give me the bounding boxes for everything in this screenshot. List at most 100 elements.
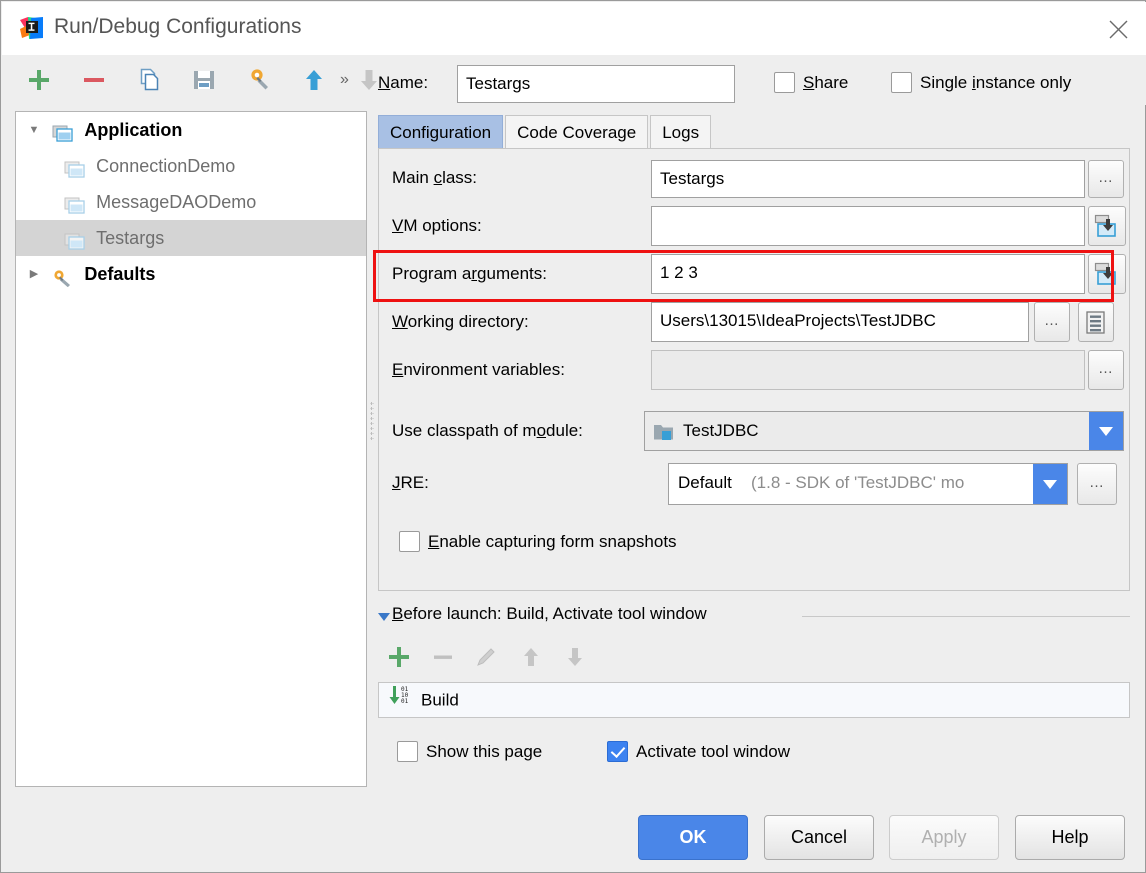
show-this-page-checkbox[interactable] — [397, 741, 418, 762]
jre-label-mnemonic: J — [392, 473, 401, 492]
classpath-module-combobox[interactable]: TestJDBC — [644, 411, 1124, 451]
remove-configuration-button[interactable] — [81, 67, 107, 93]
task-row-build[interactable]: 01 10 01 Build — [379, 683, 1129, 717]
share-checkbox-row[interactable]: Share — [774, 72, 848, 93]
jre-browse-button[interactable]: … — [1077, 463, 1117, 505]
expand-triangle-icon[interactable]: ▼ — [20, 112, 48, 148]
vm-options-expand-button[interactable] — [1088, 206, 1126, 246]
remove-task-button[interactable] — [430, 644, 456, 670]
apply-button[interactable]: Apply — [889, 815, 999, 860]
tab-configuration[interactable]: Configuration — [378, 115, 504, 149]
intellij-idea-icon — [19, 16, 44, 41]
jre-dropdown-arrow[interactable] — [1033, 464, 1067, 504]
jre-combobox[interactable]: Default (1.8 - SDK of 'TestJDBC' mo — [668, 463, 1068, 505]
environment-variables-label: Environment variables: — [392, 360, 565, 380]
jre-label-rest: RE: — [400, 473, 429, 492]
collapse-triangle-icon[interactable]: ▶ — [20, 256, 48, 292]
tree-node-connectiondemo[interactable]: ConnectionDemo — [16, 148, 366, 184]
environment-variables-label-rest: nvironment variables: — [403, 360, 565, 379]
before-launch-mnemonic: B — [392, 604, 404, 623]
single-instance-checkbox[interactable] — [891, 72, 912, 93]
environment-variables-input[interactable] — [651, 350, 1085, 390]
program-arguments-label-b: guments: — [477, 264, 547, 283]
working-directory-browse-button[interactable]: … — [1034, 302, 1070, 342]
main-class-label-mnemonic: c — [433, 168, 443, 187]
form-snapshots-checkbox[interactable] — [399, 531, 420, 552]
configurations-tree[interactable]: ▼ Application ConnectionDemo MessageDAOD… — [15, 111, 367, 787]
working-directory-input[interactable]: Users\13015\IdeaProjects\TestJDBC — [651, 302, 1029, 342]
tree-node-label: Defaults — [84, 264, 156, 285]
add-configuration-button[interactable] — [26, 67, 52, 93]
save-configuration-button[interactable] — [191, 67, 217, 93]
before-launch-title: Before launch: Build, Activate tool wind… — [392, 604, 707, 624]
working-directory-macros-button[interactable] — [1078, 302, 1114, 342]
edit-defaults-button[interactable] — [246, 67, 272, 93]
gear-wrench-icon — [52, 265, 74, 288]
program-arguments-input[interactable]: 1 2 3 — [651, 254, 1085, 294]
cancel-button[interactable]: Cancel — [764, 815, 874, 860]
classpath-module-dropdown-arrow[interactable] — [1089, 412, 1123, 450]
before-launch-task-list[interactable]: 01 10 01 Build — [378, 682, 1130, 718]
share-label-rest: hare — [814, 72, 849, 92]
tree-node-defaults[interactable]: ▶ Defaults — [16, 256, 366, 292]
main-class-label-b: lass: — [442, 168, 478, 187]
close-icon[interactable] — [1098, 10, 1138, 48]
single-instance-label: Single instance only — [920, 73, 1071, 93]
expand-editor-icon — [1094, 214, 1116, 237]
tree-node-messagedaodemo[interactable]: MessageDAODemo — [16, 184, 366, 220]
collapse-triangle-icon[interactable] — [378, 613, 390, 621]
single-instance-label-b: nstance only — [975, 72, 1072, 92]
single-instance-checkbox-row[interactable]: Single instance only — [891, 72, 1071, 93]
panel-splitter[interactable] — [367, 111, 377, 787]
activate-tool-window-checkbox[interactable] — [607, 741, 628, 762]
jre-label: JRE: — [392, 473, 429, 493]
main-class-browse-button[interactable]: … — [1088, 160, 1124, 198]
jre-value-main: Default — [678, 473, 732, 492]
svg-text:01: 01 — [401, 698, 409, 705]
tree-node-label: MessageDAODemo — [96, 192, 257, 213]
move-task-down-button[interactable] — [562, 644, 588, 670]
classpath-module-label: Use classpath of module: — [392, 421, 583, 441]
tree-node-label: Testargs — [96, 228, 165, 249]
name-label-rest: ame: — [390, 73, 429, 92]
splitter-grip-icon — [370, 401, 374, 441]
program-arguments-expand-button[interactable] — [1088, 254, 1126, 294]
environment-variables-label-mnemonic: E — [392, 360, 404, 379]
ellipsis-icon: … — [1044, 311, 1060, 329]
tree-node-testargs[interactable]: Testargs — [16, 220, 366, 256]
name-input[interactable] — [457, 65, 735, 103]
dialog-title: Run/Debug Configurations — [54, 15, 302, 38]
help-button[interactable]: Help — [1015, 815, 1125, 860]
configuration-tabs: Configuration Code Coverage Logs — [378, 115, 713, 149]
title-bar: Run/Debug Configurations — [2, 2, 1146, 55]
move-up-button[interactable] — [301, 67, 327, 93]
single-instance-label-a: Single — [920, 72, 972, 92]
vm-options-label: VM options: — [392, 216, 482, 236]
share-checkbox[interactable] — [774, 72, 795, 93]
show-this-page-checkbox-row[interactable]: Show this page — [397, 741, 542, 762]
move-task-up-button[interactable] — [518, 644, 544, 670]
run-debug-configurations-dialog: Run/Debug Configurations » Name: Testarg… — [0, 0, 1146, 873]
add-task-button[interactable] — [386, 644, 412, 670]
application-icon — [52, 121, 74, 142]
form-snapshots-label-mnemonic: E — [428, 531, 440, 551]
toolbar-overflow-button[interactable]: » — [340, 71, 349, 89]
classpath-module-value: TestJDBC — [683, 421, 759, 440]
activate-tool-window-checkbox-row[interactable]: Activate tool window — [607, 741, 790, 762]
activate-tool-window-label: Activate tool window — [636, 741, 791, 761]
main-class-input[interactable]: Testargs — [651, 160, 1085, 198]
form-snapshots-checkbox-row[interactable]: Enable capturing form snapshots — [399, 531, 677, 552]
tree-node-label: Application — [84, 120, 183, 141]
tab-logs[interactable]: Logs — [650, 115, 712, 149]
vm-options-input[interactable] — [651, 206, 1085, 246]
program-arguments-label: Program arguments: — [392, 264, 547, 284]
module-folder-icon — [653, 422, 675, 446]
jre-value-detail: (1.8 - SDK of 'TestJDBC' mo — [751, 473, 965, 492]
environment-variables-browse-button[interactable]: … — [1088, 350, 1124, 390]
tab-code-coverage[interactable]: Code Coverage — [505, 115, 649, 149]
tree-node-application[interactable]: ▼ Application — [16, 112, 366, 148]
edit-task-button[interactable] — [474, 644, 500, 670]
copy-configuration-button[interactable] — [136, 67, 162, 93]
show-this-page-label: Show this page — [426, 741, 543, 761]
ok-button[interactable]: OK — [638, 815, 748, 860]
